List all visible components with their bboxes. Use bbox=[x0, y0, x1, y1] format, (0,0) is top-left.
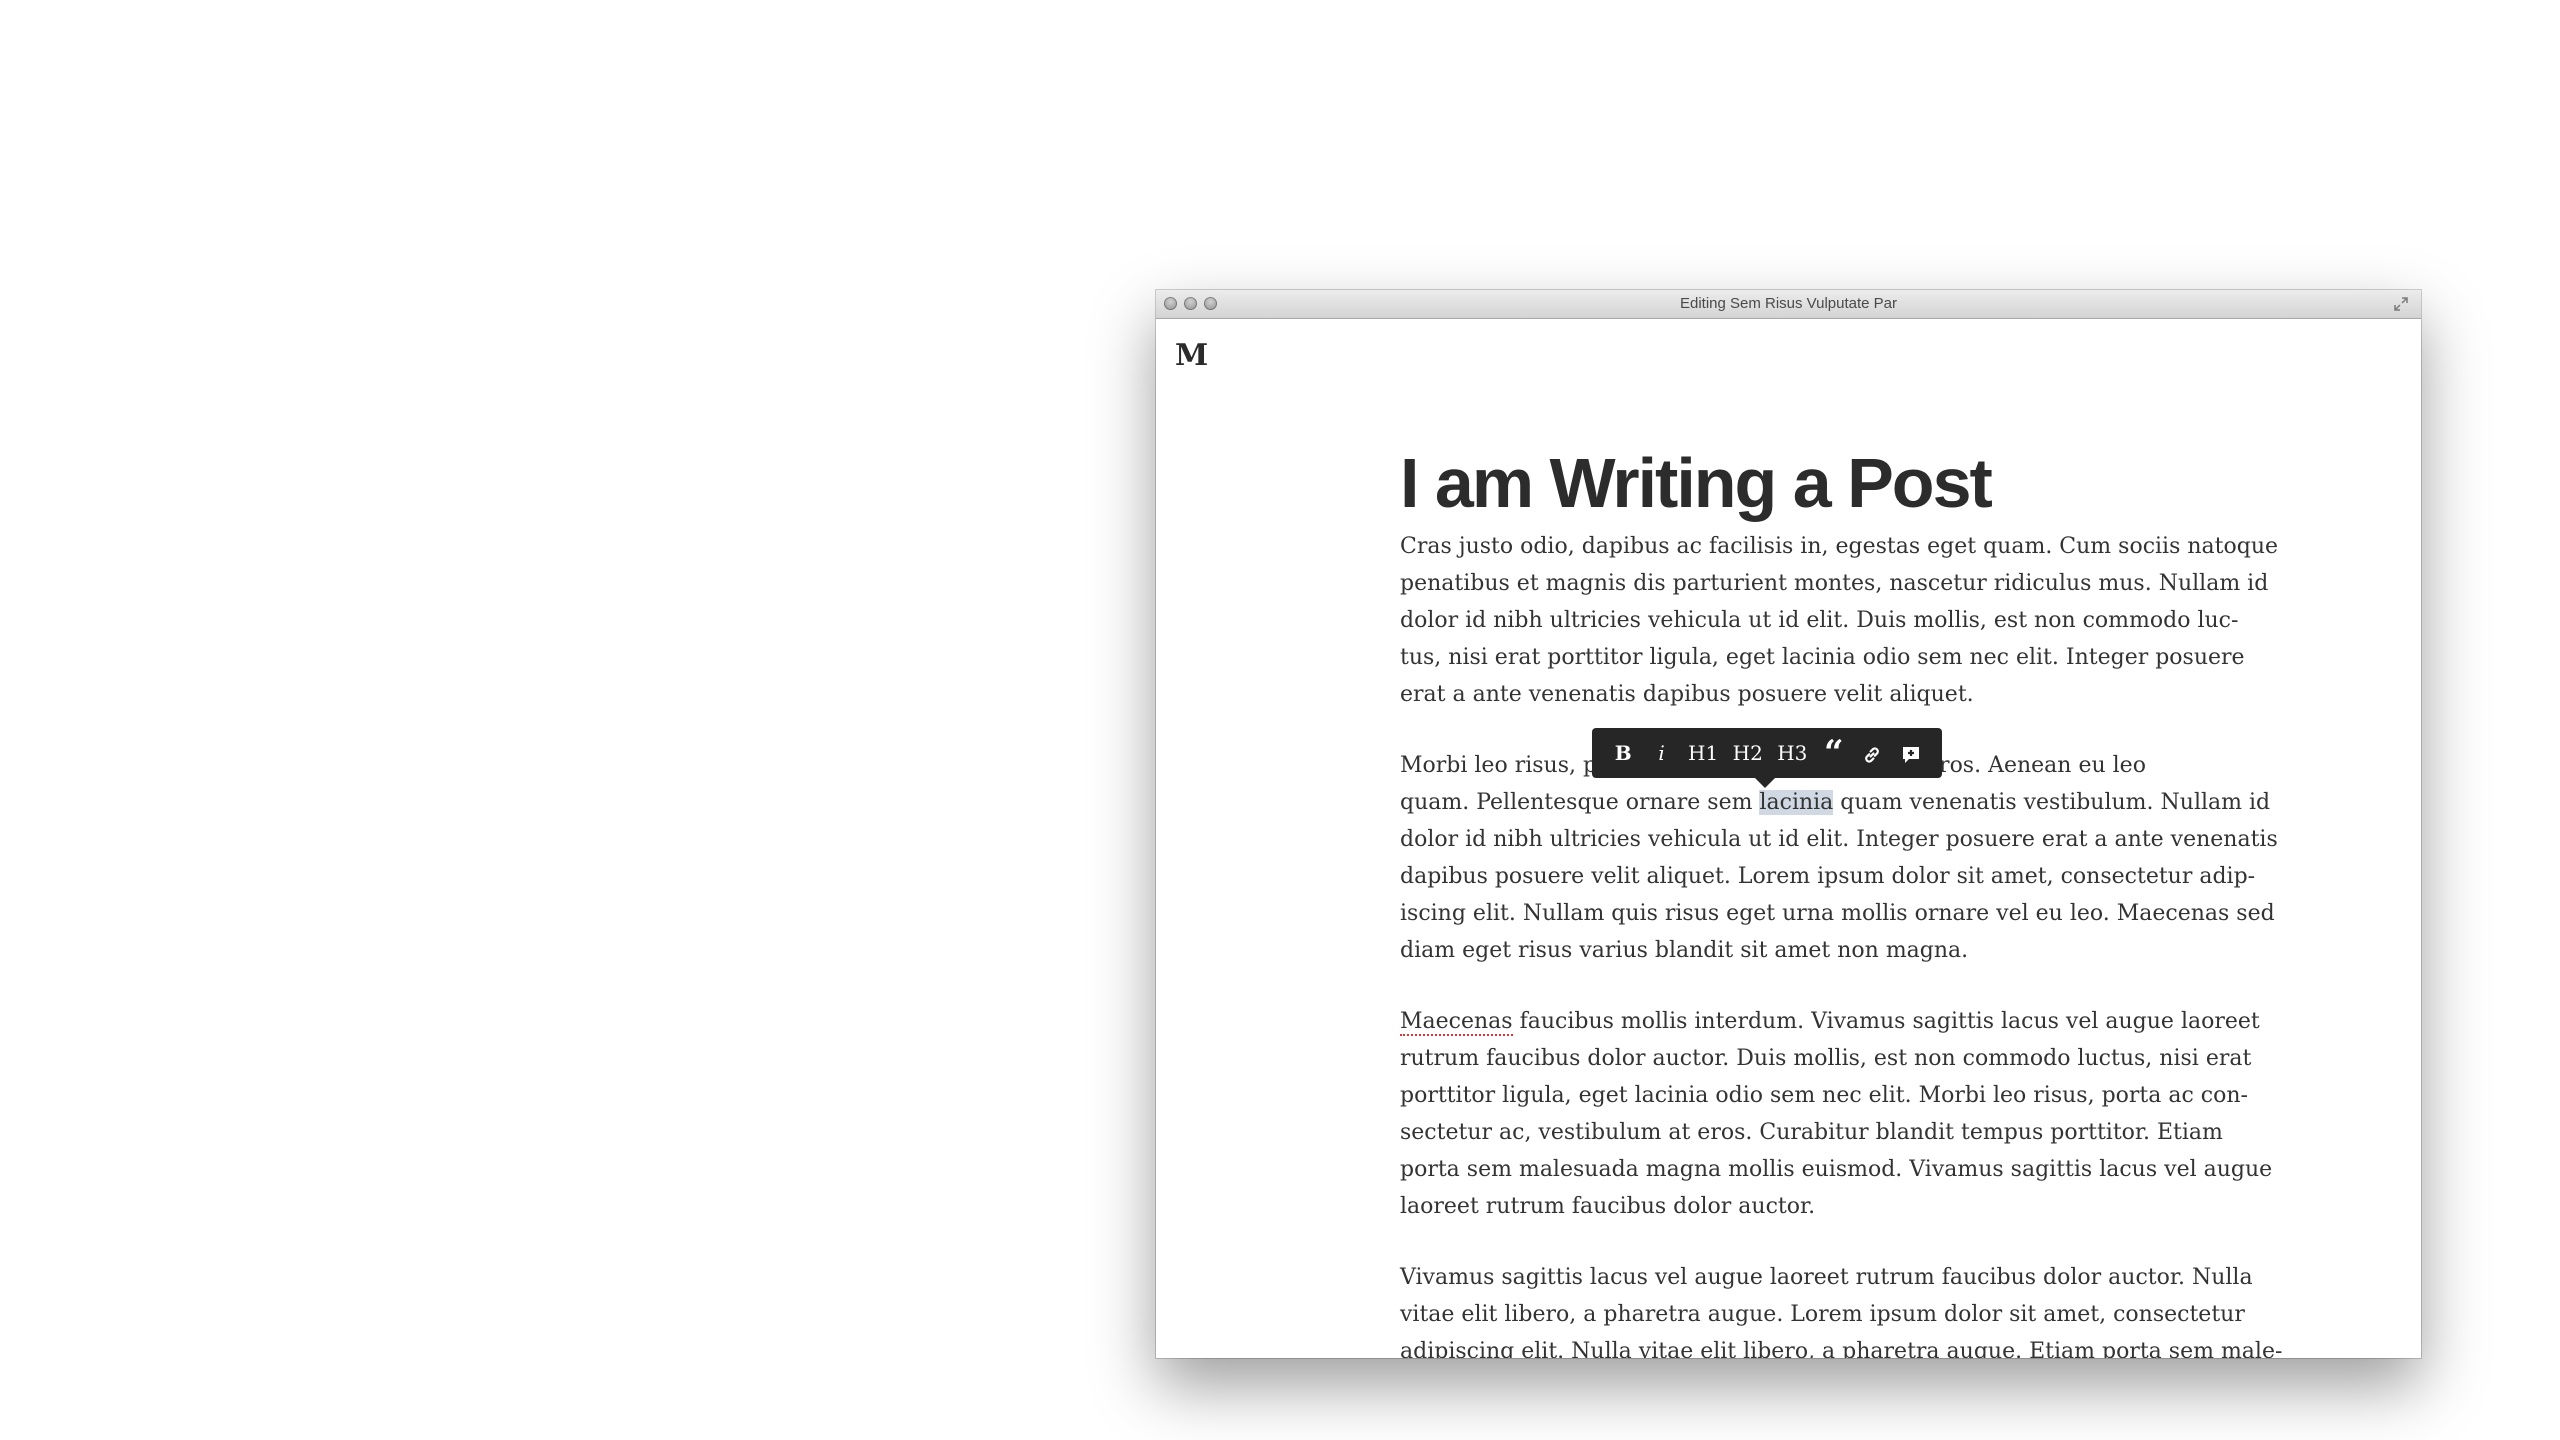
paragraph-1[interactable]: Cras justo odio, dapibus ac facilisis in… bbox=[1400, 528, 2279, 713]
misspelled-word[interactable]: Maecenas bbox=[1400, 1009, 1513, 1036]
heading3-button[interactable]: H3 bbox=[1777, 728, 1807, 778]
medium-logo[interactable]: M bbox=[1175, 338, 1208, 373]
text-line: Vivamus sagittis lacus vel augue laoreet… bbox=[1400, 1265, 2253, 1290]
text-line: porta sem malesuada magna mollis euismod… bbox=[1400, 1157, 2273, 1182]
link-icon bbox=[1865, 746, 1880, 763]
text-line: quam. Pellentesque ornare sem lacinia qu… bbox=[1400, 784, 2270, 821]
comment-icon bbox=[1902, 746, 1919, 763]
text-line: vitae elit libero, a pharetra augue. Lor… bbox=[1400, 1302, 2245, 1327]
paragraph-4[interactable]: Vivamus sagittis lacus vel augue laoreet… bbox=[1400, 1259, 2283, 1358]
fullscreen-icon[interactable] bbox=[2393, 296, 2409, 312]
editor-window: Editing Sem Risus Vulputate Par M I am W… bbox=[1156, 290, 2421, 1358]
text-line: porttitor ligula, eget lacinia odio sem … bbox=[1400, 1083, 2248, 1108]
text-line: Cras justo odio, dapibus ac facilisis in… bbox=[1400, 534, 2279, 559]
post-editor[interactable]: I am Writing a Post Cras justo odio, dap… bbox=[1400, 438, 2283, 1358]
post-title[interactable]: I am Writing a Post bbox=[1400, 438, 2200, 528]
paragraph-3[interactable]: Maecenas faucibus mollis interdum. Vivam… bbox=[1400, 1003, 2273, 1225]
heading1-button[interactable]: H1 bbox=[1688, 728, 1718, 778]
text-line-rest: faucibus mollis interdum. Vivamus sagitt… bbox=[1512, 1009, 2260, 1034]
heading2-button[interactable]: H2 bbox=[1733, 728, 1763, 778]
selected-text[interactable]: lacinia bbox=[1759, 790, 1834, 815]
text-line-start: Morbi leo risus, p bbox=[1400, 753, 1598, 778]
text-line: dapibus posuere velit aliquet. Lorem ips… bbox=[1400, 864, 2256, 889]
paragraph-2[interactable]: Morbi leo risus, p at eros. Aenean eu leo… bbox=[1400, 747, 2278, 969]
text-line: iscing elit. Nullam quis risus eget urna… bbox=[1400, 901, 2275, 926]
text-line: Maecenas faucibus mollis interdum. Vivam… bbox=[1400, 1003, 2260, 1040]
quote-button[interactable]: “ bbox=[1822, 724, 1846, 782]
link-button[interactable] bbox=[1860, 728, 1884, 778]
text-line: penatibus et magnis dis parturient monte… bbox=[1400, 571, 2269, 596]
text-line: tus, nisi erat porttitor ligula, eget la… bbox=[1400, 645, 2245, 670]
text-line: dolor id nibh ultricies vehicula ut id e… bbox=[1400, 827, 2278, 852]
italic-button[interactable]: i bbox=[1650, 728, 1674, 778]
text-line: rutrum faucibus dolor auctor. Duis molli… bbox=[1400, 1046, 2252, 1071]
format-toolbar: B i H1 H2 H3 “ bbox=[1592, 728, 1942, 788]
text-line: adipiscing elit. Nulla vitae elit libero… bbox=[1400, 1339, 2283, 1358]
text-after-selection: quam venenatis vestibulum. Nullam id bbox=[1833, 790, 2271, 815]
comment-button[interactable] bbox=[1899, 728, 1923, 778]
bold-button[interactable]: B bbox=[1611, 728, 1635, 778]
text-line: dolor id nibh ultricies vehicula ut id e… bbox=[1400, 608, 2239, 633]
title-bar[interactable]: Editing Sem Risus Vulputate Par bbox=[1156, 290, 2421, 319]
window-title: Editing Sem Risus Vulputate Par bbox=[1679, 295, 1898, 312]
text-before-selection: quam. Pellentesque ornare sem bbox=[1400, 790, 1760, 815]
text-line: sectetur ac, vestibulum at eros. Curabit… bbox=[1400, 1120, 2223, 1145]
text-line: diam eget risus varius blandit sit amet … bbox=[1400, 938, 1969, 963]
text-line: laoreet rutrum faucibus dolor auctor. bbox=[1400, 1194, 1816, 1219]
text-line: erat a ante venenatis dapibus posuere ve… bbox=[1400, 682, 1974, 707]
